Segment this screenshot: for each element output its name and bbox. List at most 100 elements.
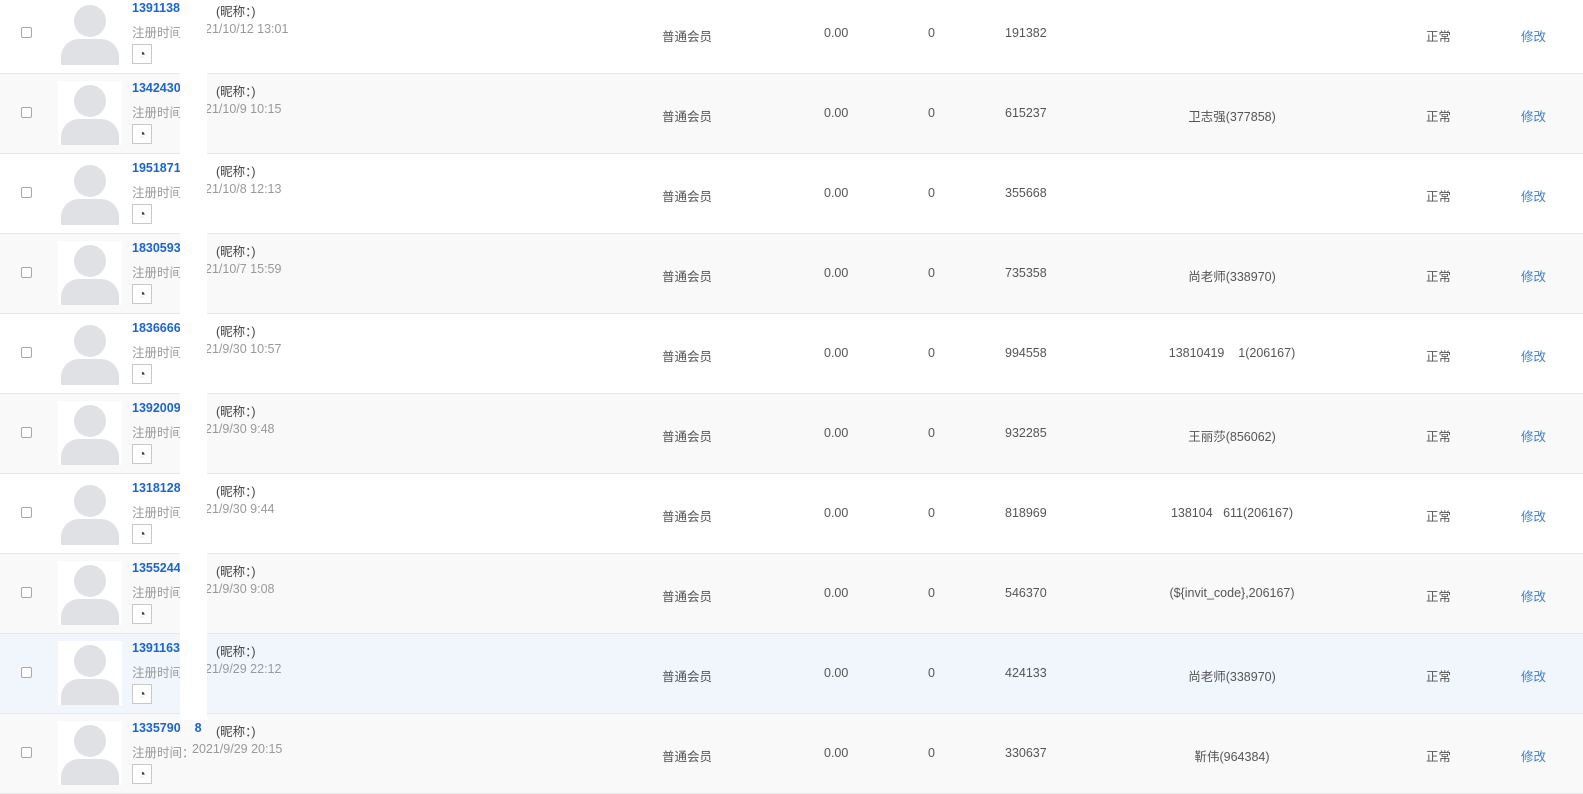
member-status: 正常 (1426, 430, 1452, 444)
avatar-icon (58, 561, 122, 625)
member-count: 0 (928, 26, 935, 40)
edit-link[interactable]: 修改 (1521, 186, 1546, 205)
member-status: 正常 (1426, 270, 1452, 284)
member-inviter: 靳伟(964384) (1194, 750, 1270, 764)
reg-time-label: 注册时间 (132, 426, 183, 440)
member-code: 735358 (1005, 266, 1047, 280)
table-row: 18305936 (昵称：) 注册时间 21/10/7 15:59 ◔ 普通会员… (0, 234, 1583, 314)
reg-time-label: 注册时间 (132, 666, 183, 680)
member-balance: 0.00 (824, 746, 849, 760)
member-balance: 0.00 (824, 586, 849, 600)
member-count: 0 (928, 426, 935, 440)
table-row: 13181281 (昵称：) 注册时间 21/9/30 9:44 ◔ 普通会员 … (0, 474, 1583, 554)
member-code: 818969 (1005, 506, 1047, 520)
member-nickname: (昵称：) (216, 645, 256, 659)
avatar-icon (58, 641, 122, 705)
edit-link[interactable]: 修改 (1521, 346, 1546, 365)
clock-icon[interactable]: ◔ (132, 204, 152, 224)
avatar-icon (58, 1, 122, 65)
avatar-icon (58, 321, 122, 385)
reg-time-value: 21/10/12 13:01 (205, 22, 289, 36)
member-balance: 0.00 (824, 506, 849, 520)
member-count: 0 (928, 666, 935, 680)
row-checkbox[interactable] (21, 347, 32, 358)
edit-link[interactable]: 修改 (1521, 666, 1546, 685)
table-row: 1335790 8 (昵称：) 注册时间： 2021/9/29 20:15 ◔ 普… (0, 714, 1583, 794)
row-checkbox[interactable] (21, 187, 32, 198)
member-balance: 0.00 (824, 666, 849, 680)
row-checkbox[interactable] (21, 667, 32, 678)
member-count: 0 (928, 586, 935, 600)
clock-icon[interactable]: ◔ (132, 524, 152, 544)
reg-time-value: 21/10/9 10:15 (205, 102, 282, 116)
edit-link[interactable]: 修改 (1521, 26, 1546, 45)
member-level: 普通会员 (662, 190, 713, 204)
reg-time-value: 2021/9/29 20:15 (192, 742, 283, 756)
member-code: 424133 (1005, 666, 1047, 680)
table-row: 19518719 (昵称：) 注册时间 21/10/8 12:13 ◔ 普通会员… (0, 154, 1583, 234)
edit-link[interactable]: 修改 (1521, 586, 1546, 605)
member-nickname: (昵称：) (216, 325, 256, 339)
row-checkbox[interactable] (21, 267, 32, 278)
member-inviter: 卫志强(377858) (1188, 110, 1276, 124)
reg-time-label: 注册时间 (132, 186, 183, 200)
row-checkbox[interactable] (21, 427, 32, 438)
member-count: 0 (928, 106, 935, 120)
reg-time-label: 注册时间 (132, 266, 183, 280)
avatar-icon (58, 481, 122, 545)
member-status: 正常 (1426, 30, 1452, 44)
member-nickname: (昵称：) (216, 5, 256, 19)
member-inviter: 尚老师(338970) (1188, 670, 1276, 684)
member-balance: 0.00 (824, 346, 849, 360)
clock-icon[interactable]: ◔ (132, 684, 152, 704)
reg-time-value: 21/9/30 9:48 (205, 422, 275, 436)
member-level: 普通会员 (662, 350, 713, 364)
member-count: 0 (928, 346, 935, 360)
member-nickname: (昵称：) (216, 245, 256, 259)
avatar-icon (58, 401, 122, 465)
table-row: 13424306 (昵称：) 注册时间 21/10/9 10:15 ◔ 普通会员… (0, 74, 1583, 154)
reg-time-label: 注册时间 (132, 346, 183, 360)
reg-time-label: 注册时间 (132, 506, 183, 520)
clock-icon[interactable]: ◔ (132, 764, 152, 784)
member-balance: 0.00 (824, 266, 849, 280)
clock-icon[interactable]: ◔ (132, 44, 152, 64)
member-level: 普通会员 (662, 750, 713, 764)
member-code: 330637 (1005, 746, 1047, 760)
reg-time-label: 注册时间 (132, 586, 183, 600)
edit-link[interactable]: 修改 (1521, 746, 1546, 765)
edit-link[interactable]: 修改 (1521, 266, 1546, 285)
row-checkbox[interactable] (21, 107, 32, 118)
reg-time-label: 注册时间： (132, 746, 195, 760)
member-inviter: 王丽莎(856062) (1188, 430, 1276, 444)
clock-icon[interactable]: ◔ (132, 604, 152, 624)
reg-time-value: 21/9/30 9:44 (205, 502, 275, 516)
edit-link[interactable]: 修改 (1521, 106, 1546, 125)
row-checkbox[interactable] (21, 27, 32, 38)
member-phone[interactable]: 1335790 8 (132, 721, 202, 735)
clock-icon[interactable]: ◔ (132, 124, 152, 144)
edit-link[interactable]: 修改 (1521, 426, 1546, 445)
member-status: 正常 (1426, 750, 1452, 764)
member-level: 普通会员 (662, 30, 713, 44)
member-status: 正常 (1426, 110, 1452, 124)
clock-icon[interactable]: ◔ (132, 284, 152, 304)
member-level: 普通会员 (662, 510, 713, 524)
member-level: 普通会员 (662, 270, 713, 284)
clock-icon[interactable]: ◔ (132, 364, 152, 384)
member-inviter: 13810419 1(206167) (1168, 346, 1296, 360)
table-row: 13920099 (昵称：) 注册时间 21/9/30 9:48 ◔ 普通会员 … (0, 394, 1583, 474)
edit-link[interactable]: 修改 (1521, 506, 1546, 525)
reg-time-value: 21/9/30 10:57 (205, 342, 282, 356)
clock-icon[interactable]: ◔ (132, 444, 152, 464)
member-inviter: 138104 611(206167) (1170, 506, 1294, 520)
row-checkbox[interactable] (21, 587, 32, 598)
table-row: 13911639 (昵称：) 注册时间 21/9/29 22:12 ◔ 普通会员… (0, 634, 1583, 714)
member-table: 13911384 (昵称：) 注册时间 21/10/12 13:01 ◔ 普通会… (0, 0, 1583, 794)
row-checkbox[interactable] (21, 747, 32, 758)
member-nickname: (昵称：) (216, 725, 256, 739)
reg-time-value: 21/9/29 22:12 (205, 662, 282, 676)
member-nickname: (昵称：) (216, 165, 256, 179)
reg-time-value: 21/10/7 15:59 (205, 262, 282, 276)
row-checkbox[interactable] (21, 507, 32, 518)
